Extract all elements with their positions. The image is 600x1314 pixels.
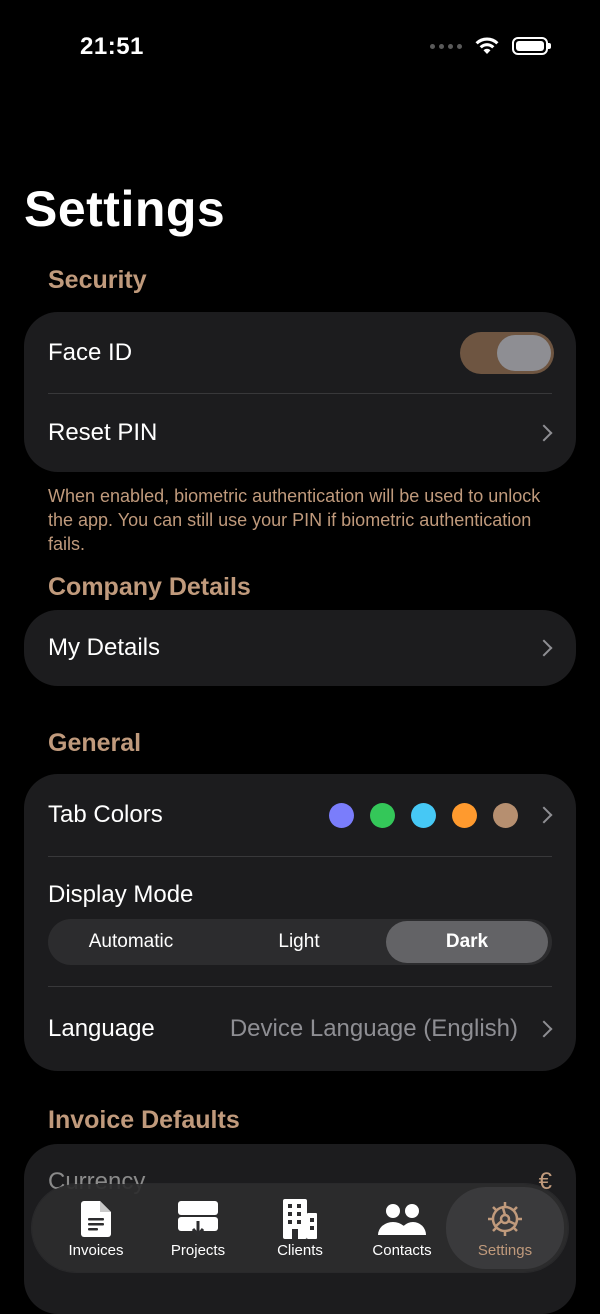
general-card: Tab Colors Display Mode Automatic Light …: [24, 774, 576, 1071]
signal-icon: [430, 43, 462, 49]
projects-icon: [178, 1198, 218, 1240]
my-details-row[interactable]: My Details: [24, 610, 576, 686]
tab-label: Settings: [477, 1241, 533, 1259]
tab-label: Contacts: [372, 1241, 432, 1259]
gear-icon: [486, 1198, 524, 1240]
language-value: Device Language (English): [229, 1015, 518, 1042]
security-card: Face ID Reset PIN: [24, 312, 576, 472]
tab-bar: Invoices Projects Clients Contacts Setti…: [32, 1184, 568, 1272]
reset-pin-label: Reset PIN: [48, 419, 158, 446]
section-header-general: General: [48, 729, 142, 757]
chevron-right-icon: [535, 639, 553, 657]
people-icon: [378, 1198, 426, 1240]
tab-colors-row[interactable]: Tab Colors: [24, 774, 576, 856]
color-swatch: [411, 802, 436, 828]
tab-projects[interactable]: Projects: [152, 1184, 244, 1272]
segment-light[interactable]: Light: [216, 919, 382, 965]
tab-label: Invoices: [68, 1241, 124, 1259]
color-swatch: [329, 802, 354, 828]
language-label: Language: [48, 1015, 155, 1042]
building-icon: [283, 1198, 317, 1240]
chevron-right-icon: [535, 806, 553, 824]
color-swatch: [493, 802, 518, 828]
tab-label: Projects: [170, 1241, 226, 1259]
page-title: Settings: [24, 181, 226, 237]
tab-label: Clients: [277, 1241, 323, 1259]
display-mode-segmented-control: Automatic Light Dark: [48, 919, 552, 965]
toggle-knob: [497, 334, 551, 371]
chevron-right-icon: [535, 424, 553, 442]
display-mode-label: Display Mode: [48, 881, 194, 908]
section-header-security: Security: [48, 266, 147, 294]
tab-contacts[interactable]: Contacts: [356, 1184, 448, 1272]
divider: [48, 856, 552, 857]
tab-invoices[interactable]: Invoices: [50, 1184, 142, 1272]
security-footnote: When enabled, biometric authentication w…: [48, 486, 541, 554]
status-bar: 21:51: [0, 0, 600, 96]
color-swatch: [370, 802, 395, 828]
status-icons: [430, 36, 551, 56]
document-icon: [81, 1198, 111, 1240]
segment-dark[interactable]: Dark: [386, 921, 548, 963]
face-id-row: Face ID: [24, 312, 576, 393]
face-id-toggle[interactable]: [460, 331, 554, 374]
segment-automatic[interactable]: Automatic: [48, 919, 214, 965]
tab-clients[interactable]: Clients: [254, 1184, 346, 1272]
face-id-label: Face ID: [48, 338, 133, 366]
reset-pin-row[interactable]: Reset PIN: [24, 394, 576, 472]
color-swatch: [452, 802, 477, 828]
status-time: 21:51: [80, 33, 144, 60]
section-header-invoice-defaults: Invoice Defaults: [48, 1106, 240, 1134]
language-row[interactable]: Language Device Language (English): [24, 987, 576, 1071]
battery-icon: [512, 37, 551, 55]
wifi-icon: [475, 37, 499, 54]
section-header-company: Company Details: [48, 573, 251, 601]
my-details-label: My Details: [48, 634, 161, 661]
company-card: My Details: [24, 610, 576, 686]
tab-color-swatches: [329, 802, 518, 828]
tab-colors-label: Tab Colors: [48, 801, 163, 828]
chevron-right-icon: [535, 1020, 553, 1038]
tab-settings[interactable]: Settings: [446, 1187, 564, 1269]
